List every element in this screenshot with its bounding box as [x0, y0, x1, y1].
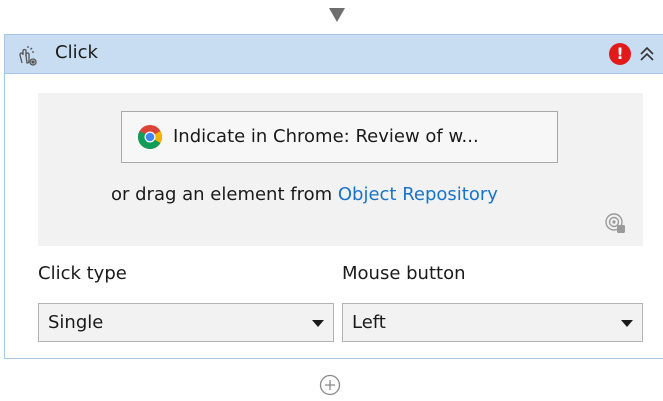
mouse-button-label: Mouse button [342, 263, 466, 284]
object-repository-link[interactable]: Object Repository [338, 184, 498, 205]
click-type-select[interactable]: Single [38, 303, 334, 342]
activity-header[interactable]: Click ! [5, 35, 663, 74]
target-icon[interactable] [603, 211, 627, 235]
mouse-button-select[interactable]: Left [342, 303, 643, 342]
click-type-label: Click type [38, 263, 127, 284]
mouse-button-value: Left [352, 312, 386, 333]
chevron-down-icon [312, 320, 324, 327]
target-drop-area[interactable]: Indicate in Chrome: Review of w... or dr… [38, 93, 643, 246]
chrome-icon [138, 125, 162, 150]
drag-hint: or drag an element from Object Repositor… [111, 184, 498, 205]
error-icon[interactable]: ! [609, 43, 631, 65]
chevron-down-icon [621, 320, 633, 327]
activity-title: Click [55, 42, 98, 63]
drag-hint-text: or drag an element from [111, 184, 338, 205]
click-type-value: Single [48, 312, 104, 333]
flow-arrow-down-icon [329, 8, 345, 22]
add-activity-icon[interactable] [318, 373, 342, 397]
chevron-double-up-icon[interactable] [637, 44, 657, 64]
click-activity-card[interactable]: Click ! Indicate in Chrome: Review of w.… [4, 34, 663, 359]
click-activity-icon [19, 46, 37, 66]
indicate-in-chrome-button[interactable]: Indicate in Chrome: Review of w... [121, 111, 558, 163]
indicate-button-label: Indicate in Chrome: Review of w... [173, 126, 479, 147]
